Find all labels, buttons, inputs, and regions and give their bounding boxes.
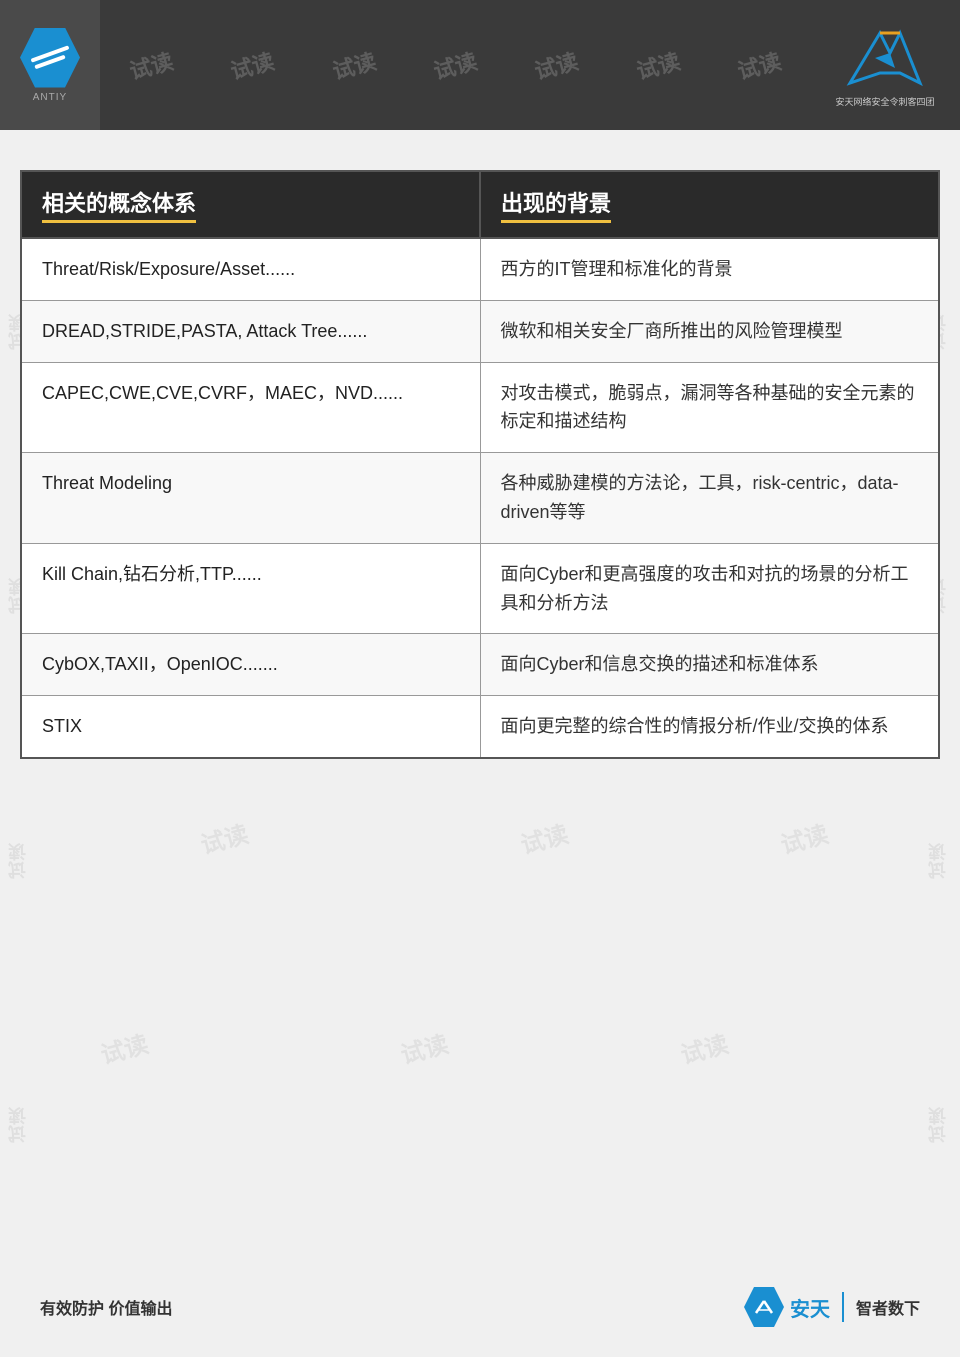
table-cell-left-0: Threat/Risk/Exposure/Asset...... [21,238,480,300]
table-cell-left-2: CAPEC,CWE,CVE,CVRF，MAEC，NVD...... [21,362,480,453]
body-wm-15: 试读 [396,1024,451,1070]
header-right-logo-text: 安天网络安全令刺客四团 [835,95,934,108]
table-cell-right-3: 各种威胁建模的方法论，工具，risk-centric，data-driven等等 [480,453,939,544]
table-cell-left-6: STIX [21,696,480,758]
table-row: Threat Modeling各种威胁建模的方法论，工具，risk-centri… [21,453,939,544]
body-wm-13: 试读 [776,814,831,860]
table-row: STIX面向更完整的综合性的情报分析/作业/交换的体系 [21,696,939,758]
footer-right: 安天 智者数下 [744,1287,920,1327]
col1-header-text: 相关的概念体系 [42,186,196,223]
logo-label: ANTIY [33,92,67,103]
watermark-6: 试读 [632,44,683,86]
table-row: DREAD,STRIDE,PASTA, Attack Tree......微软和… [21,300,939,362]
main-content: 试读 试读 试读 试读 试读 试读 试读 试读 试读 试读 试读 试读 试读 试… [20,170,940,759]
logo-hexagon [20,28,80,88]
watermark-7: 试读 [734,44,785,86]
body-wm-11: 试读 [196,814,251,860]
body-wm-14: 试读 [96,1024,151,1070]
concept-table: 相关的概念体系 出现的背景 Threat/Risk/Exposure/Asset… [20,170,940,759]
col1-header: 相关的概念体系 [21,171,480,238]
side-wm-4: 试读 [5,1107,35,1143]
watermark-1: 试读 [125,44,176,86]
header-watermarks: 试读 试读 试读 试读 试读 试读 试读 [100,0,810,130]
logo-box: ANTIY [0,0,100,130]
table-cell-right-5: 面向Cyber和信息交换的描述和标准体系 [480,634,939,696]
table-cell-left-4: Kill Chain,钻石分析,TTP...... [21,543,480,634]
col2-header-text: 出现的背景 [501,186,611,223]
table-cell-left-1: DREAD,STRIDE,PASTA, Attack Tree...... [21,300,480,362]
watermark-5: 试读 [531,44,582,86]
header-right-logo: 安天网络安全令刺客四团 [820,10,950,120]
table-cell-right-1: 微软和相关安全厂商所推出的风险管理模型 [480,300,939,362]
footer-hex-icon [744,1287,784,1327]
table-cell-left-3: Threat Modeling [21,453,480,544]
side-wm-r4: 试读 [925,1107,955,1143]
footer: 有效防护 价值输出 安天 智者数下 [0,1287,960,1327]
table-cell-right-4: 面向Cyber和更高强度的攻击和对抗的场景的分析工具和分析方法 [480,543,939,634]
table-cell-right-6: 面向更完整的综合性的情报分析/作业/交换的体系 [480,696,939,758]
table-cell-left-5: CybOX,TAXII，OpenIOC....... [21,634,480,696]
watermark-4: 试读 [430,44,481,86]
footer-divider [842,1292,844,1322]
table-row: CybOX,TAXII，OpenIOC.......面向Cyber和信息交换的描… [21,634,939,696]
footer-logo-label: 安天 [790,1293,830,1322]
header: ANTIY 试读 试读 试读 试读 试读 试读 试读 安天网络安全令刺客四团 [0,0,960,130]
table-row: Kill Chain,钻石分析,TTP......面向Cyber和更高强度的攻击… [21,543,939,634]
body-wm-12: 试读 [516,814,571,860]
footer-left-text: 有效防护 价值输出 [40,1295,172,1319]
col2-header: 出现的背景 [480,171,939,238]
watermark-2: 试读 [227,44,278,86]
watermark-3: 试读 [328,44,379,86]
footer-logo: 安天 智者数下 [744,1287,920,1327]
table-cell-right-2: 对攻击模式，脆弱点，漏洞等各种基础的安全元素的标定和描述结构 [480,362,939,453]
side-wm-3: 试读 [5,843,35,879]
header-right-logo-icon [845,23,925,93]
logo-lines [30,38,70,78]
side-wm-r3: 试读 [925,843,955,879]
body-wm-16: 试读 [676,1024,731,1070]
table-cell-right-0: 西方的IT管理和标准化的背景 [480,238,939,300]
footer-slogan: 智者数下 [856,1295,920,1319]
table-row: CAPEC,CWE,CVE,CVRF，MAEC，NVD......对攻击模式，脆… [21,362,939,453]
table-row: Threat/Risk/Exposure/Asset......西方的IT管理和… [21,238,939,300]
